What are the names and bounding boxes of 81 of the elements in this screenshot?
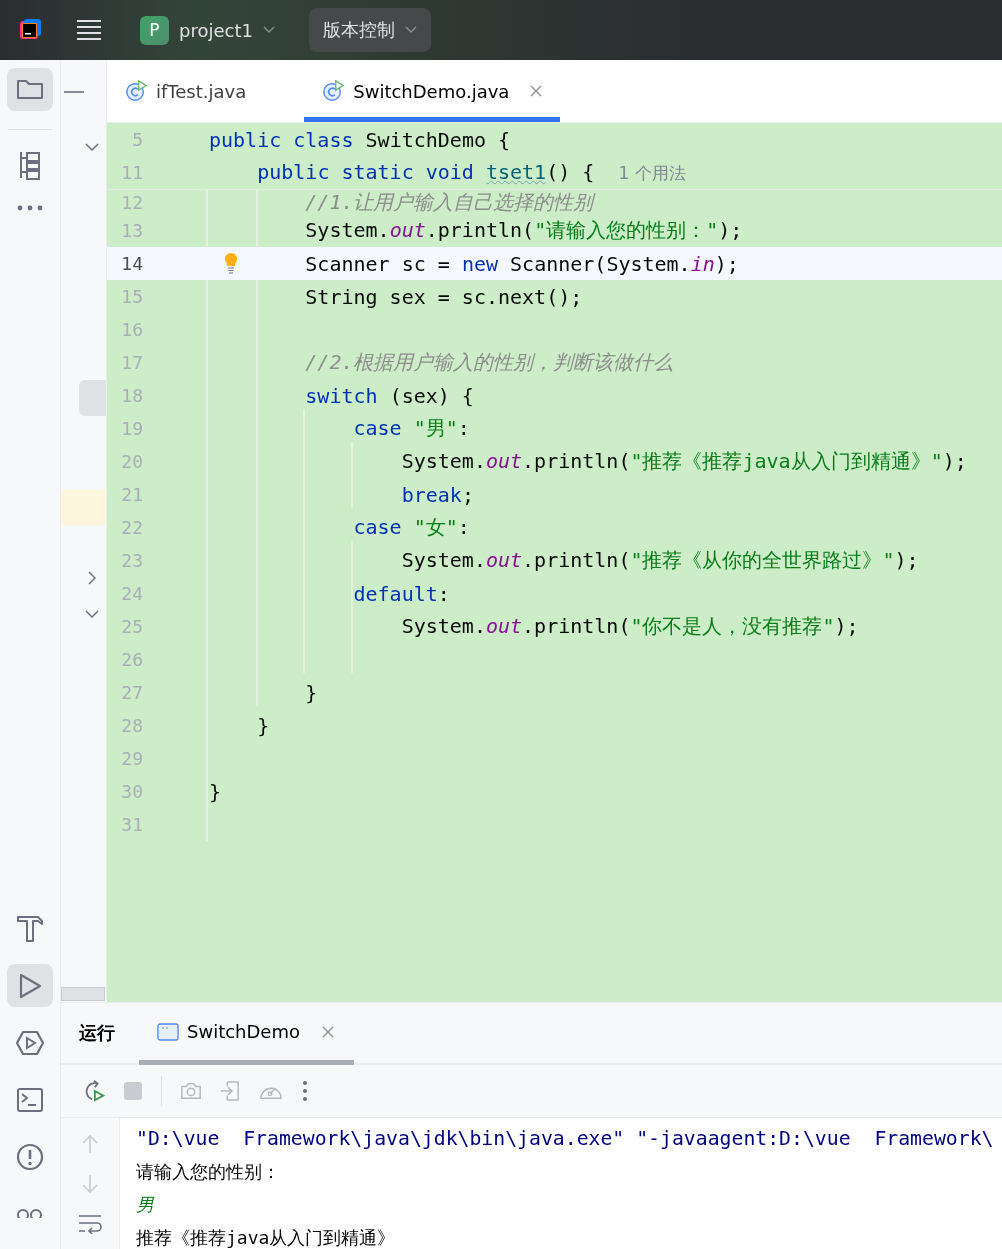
soft-wrap-icon[interactable] (78, 1214, 102, 1234)
line-number: 13 (120, 220, 143, 241)
vcs-menu-button[interactable]: 版本控制 (308, 8, 431, 52)
code-line: System.out.println("推荐《推荐java从入门到精通》"); (401, 448, 967, 475)
editor-tab[interactable]: ifTest.java (125, 60, 265, 122)
line-number: 5 (131, 129, 143, 150)
code-line: default: (353, 581, 450, 606)
hammer-icon (16, 914, 44, 943)
chevron-right-icon[interactable] (88, 571, 96, 585)
code-line: Scanner sc = new Scanner(System.in); (305, 251, 739, 276)
more-icon (17, 205, 43, 212)
chevron-down-icon[interactable] (85, 610, 99, 618)
chevron-down-icon[interactable] (85, 143, 99, 151)
line-number: 11 (120, 162, 143, 183)
people-icon (16, 1208, 44, 1219)
code-editor[interactable] (107, 123, 1002, 1002)
warning-icon (16, 1142, 44, 1171)
folder-icon (16, 77, 44, 102)
code-line: case "女": (353, 514, 470, 541)
project-badge: P (140, 15, 169, 45)
panel-title: 运行 (79, 1021, 115, 1045)
java-class-icon (322, 80, 345, 102)
line-number: 15 (120, 286, 143, 307)
line-number: 22 (120, 517, 143, 538)
services-icon (15, 1029, 45, 1056)
run-tab[interactable]: SwitchDemo (139, 1003, 354, 1065)
line-number: 28 (120, 715, 143, 736)
scroll-thumb[interactable] (61, 987, 105, 1001)
line-number: 12 (120, 191, 143, 213)
app-logo-icon[interactable] (18, 18, 42, 42)
collapse-icon[interactable] (64, 90, 84, 94)
terminal-icon (16, 1086, 44, 1113)
code-line: System.out.println("请输入您的性别："); (305, 217, 743, 244)
console-line: 男 (136, 1193, 155, 1217)
code-line: break; (401, 482, 474, 507)
line-number: 31 (120, 814, 143, 835)
line-number: 16 (120, 319, 143, 340)
code-line: //2.根据用户输入的性别，判断该做什么 (305, 349, 674, 376)
close-icon[interactable] (322, 1025, 334, 1038)
menu-icon[interactable] (76, 18, 102, 42)
code-line: String sex = sc.next(); (305, 284, 583, 309)
console-line: 推荐《推荐java从入门到精通》 (136, 1226, 397, 1249)
line-number: 21 (120, 484, 143, 505)
tool-window-button[interactable] (7, 964, 53, 1008)
line-number: 17 (120, 352, 143, 373)
close-icon[interactable] (530, 85, 543, 97)
line-number: 20 (120, 451, 143, 472)
line-number: 24 (120, 583, 143, 604)
code-line: } (257, 713, 270, 738)
line-number: 18 (120, 385, 143, 406)
line-number: 14 (120, 253, 143, 274)
code-line: switch (sex) { (305, 383, 474, 408)
chevron-down-icon (262, 26, 275, 34)
scroll-thumb[interactable] (79, 380, 106, 416)
code-line: } (305, 680, 318, 705)
code-line: System.out.println("你不是人，没有推荐"); (401, 613, 859, 640)
console-icon (157, 1021, 179, 1042)
chevron-down-icon (404, 26, 417, 34)
code-line: System.out.println("推荐《从你的全世界路过》"); (401, 547, 919, 574)
code-line: //1.让用户输入自己选择的性别 (305, 188, 594, 216)
console-line: 请输入您的性别： (136, 1160, 281, 1184)
project-name: project1 (179, 19, 253, 41)
line-number: 19 (120, 418, 143, 439)
more-icon[interactable] (302, 1080, 308, 1102)
code-line: public static void tset1() { 1 个用法 (257, 160, 686, 185)
line-number: 23 (120, 550, 143, 571)
line-number: 29 (120, 748, 143, 769)
tool-window-button[interactable] (7, 68, 53, 111)
line-number: 25 (120, 616, 143, 637)
code-line: case "男": (353, 415, 470, 442)
code-line: public class SwitchDemo { (209, 127, 511, 152)
project-selector[interactable]: P project1 (140, 8, 275, 52)
java-class-icon (125, 80, 147, 102)
console-line: "D:\vue Framework\java\jdk\bin\java.exe" "-javaagent:D:\vue Framework\ (136, 1126, 995, 1152)
code-line: } (209, 779, 222, 804)
structure-icon (17, 150, 43, 181)
line-number: 30 (120, 781, 143, 802)
highlight-band (61, 490, 106, 525)
run-icon (18, 972, 42, 999)
line-number: 27 (120, 682, 143, 703)
line-number: 26 (120, 649, 143, 670)
